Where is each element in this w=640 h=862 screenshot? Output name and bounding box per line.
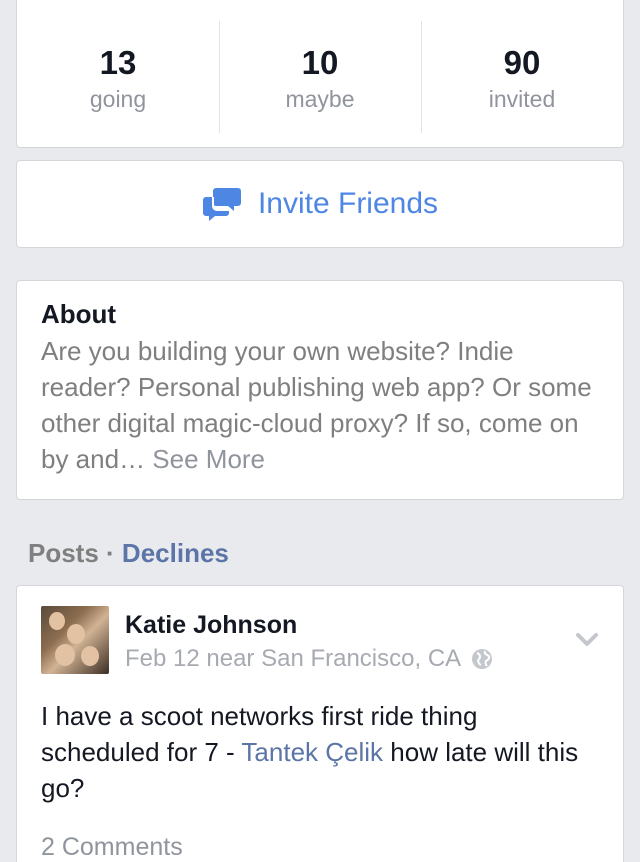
about-description: Are you building your own website? Indie… <box>41 333 599 477</box>
invite-friends-button[interactable]: Invite Friends <box>16 160 624 248</box>
stat-count: 13 <box>99 44 137 81</box>
stat-label: invited <box>488 86 556 112</box>
posts-label: Posts <box>28 538 99 568</box>
chat-bubbles-icon <box>202 188 241 221</box>
posts-header: Posts · Declines <box>28 536 229 570</box>
rsvp-stats-card: 13 going 10 maybe 90 invited <box>16 0 624 148</box>
stat-invited[interactable]: 90 invited <box>421 0 623 147</box>
post-author[interactable]: Katie Johnson <box>125 608 493 642</box>
declines-link[interactable]: Declines <box>122 538 229 568</box>
stat-count: 90 <box>503 44 541 81</box>
posts-separator: · <box>98 538 122 568</box>
post-timestamp-location[interactable]: Feb 12 near San Francisco, CA <box>125 642 461 676</box>
chevron-down-icon[interactable] <box>575 632 599 648</box>
see-more-link[interactable]: See More <box>152 444 265 474</box>
stat-label: maybe <box>285 86 355 112</box>
stat-count: 10 <box>301 44 339 81</box>
stat-maybe[interactable]: 10 maybe <box>219 0 421 147</box>
globe-icon <box>472 649 493 669</box>
post-card: Katie Johnson Feb 12 near San Francisco,… <box>16 585 624 862</box>
about-text: Are you building your own website? Indie… <box>41 336 592 474</box>
invite-friends-label: Invite Friends <box>257 187 439 220</box>
stat-label: going <box>89 86 147 112</box>
avatar[interactable] <box>41 606 109 674</box>
post-body: I have a scoot networks first ride thing… <box>41 698 599 806</box>
about-title: About <box>41 299 117 329</box>
post-header: Katie Johnson Feb 12 near San Francisco,… <box>41 606 599 676</box>
stat-going[interactable]: 13 going <box>17 0 219 147</box>
mention-link[interactable]: Tantek Çelik <box>241 737 383 767</box>
about-card: About Are you building your own website?… <box>16 280 624 500</box>
comments-link[interactable]: 2 Comments <box>41 830 599 862</box>
post-meta: Feb 12 near San Francisco, CA <box>125 642 493 676</box>
